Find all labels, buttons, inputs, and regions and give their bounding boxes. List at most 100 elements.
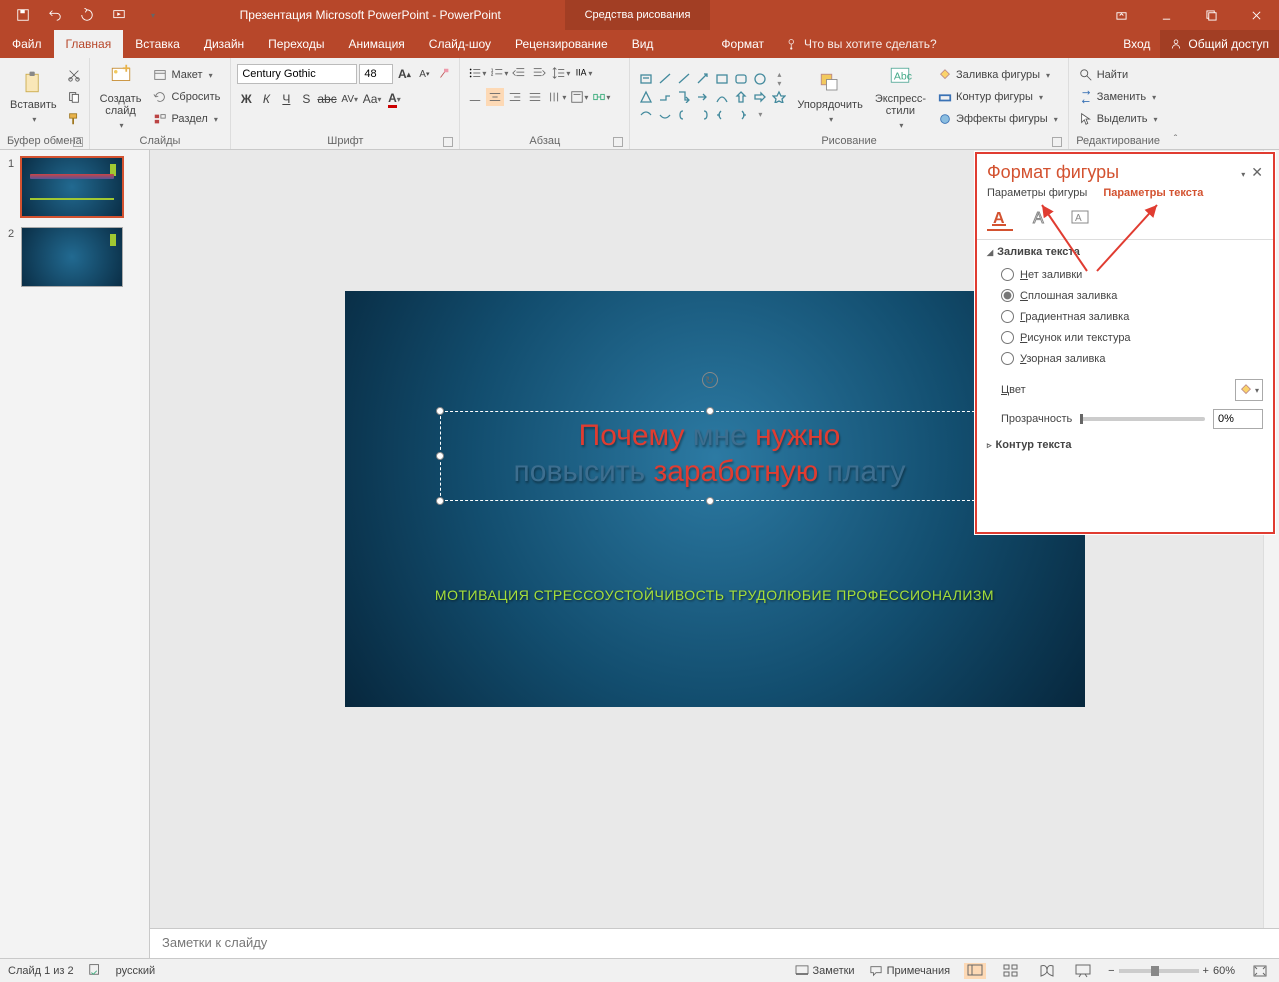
- comments-toggle[interactable]: Примечания: [869, 965, 951, 977]
- line-spacing-icon[interactable]: [552, 64, 570, 82]
- transparency-input[interactable]: [1213, 409, 1263, 429]
- shadow-icon[interactable]: S: [297, 90, 315, 108]
- resize-handle[interactable]: [436, 497, 444, 505]
- numbering-icon[interactable]: 12: [490, 64, 508, 82]
- new-slide-button[interactable]: Создать слайд: [96, 61, 146, 133]
- resize-handle[interactable]: [706, 497, 714, 505]
- language-indicator[interactable]: русский: [116, 965, 155, 977]
- align-text-icon[interactable]: [570, 88, 588, 106]
- text-effects-icon[interactable]: A: [1027, 205, 1053, 231]
- shrink-font-icon[interactable]: A▾: [415, 65, 433, 83]
- copy-icon[interactable]: [65, 88, 83, 106]
- save-icon[interactable]: [14, 6, 32, 24]
- sorter-view-icon[interactable]: [1000, 963, 1022, 979]
- radio-gradient-fill[interactable]: Градиентная заливка: [1001, 306, 1263, 327]
- pane-close-icon[interactable]: ✕: [1251, 164, 1263, 181]
- italic-icon[interactable]: К: [257, 90, 275, 108]
- underline-icon[interactable]: Ч: [277, 90, 295, 108]
- zoom-in-icon[interactable]: +: [1203, 965, 1209, 977]
- paste-button[interactable]: Вставить: [6, 67, 61, 127]
- ribbon-display-icon[interactable]: [1099, 0, 1144, 30]
- tell-me-search[interactable]: Что вы хотите сделать?: [776, 30, 947, 58]
- decrease-indent-icon[interactable]: [510, 64, 528, 82]
- maximize-icon[interactable]: [1189, 0, 1234, 30]
- title-text[interactable]: Почему мне нужно повысить заработную пла…: [447, 418, 973, 490]
- zoom-value[interactable]: 60%: [1213, 965, 1235, 977]
- close-icon[interactable]: [1234, 0, 1279, 30]
- radio-picture-fill[interactable]: Рисунок или текстура: [1001, 327, 1263, 348]
- textbox-icon[interactable]: A: [1067, 205, 1093, 231]
- align-left-icon[interactable]: [466, 88, 484, 106]
- resize-handle[interactable]: [436, 452, 444, 460]
- rotate-handle[interactable]: [702, 372, 718, 388]
- find-button[interactable]: Найти: [1075, 65, 1162, 85]
- title-placeholder[interactable]: Почему мне нужно повысить заработную пла…: [440, 411, 980, 501]
- slideshow-view-icon[interactable]: [1072, 963, 1094, 979]
- arrange-button[interactable]: Упорядочить: [793, 67, 866, 127]
- bullets-icon[interactable]: [468, 64, 486, 82]
- spellcheck-icon[interactable]: [88, 962, 102, 979]
- zoom-out-icon[interactable]: −: [1108, 965, 1114, 977]
- tab-slideshow[interactable]: Слайд-шоу: [417, 30, 503, 58]
- shapes-gallery[interactable]: ▴▾ ▾: [636, 69, 789, 124]
- bold-icon[interactable]: Ж: [237, 90, 255, 108]
- collapse-ribbon-icon[interactable]: ˆ: [1174, 134, 1177, 145]
- share-button[interactable]: Общий доступ: [1160, 30, 1279, 58]
- subtitle-text[interactable]: МОТИВАЦИЯ СТРЕССОУСТОЙЧИВОСТЬ ТРУДОЛЮБИЕ…: [345, 587, 1085, 603]
- normal-view-icon[interactable]: [964, 963, 986, 979]
- zoom-control[interactable]: − + 60%: [1108, 965, 1235, 977]
- strike-icon[interactable]: abc: [317, 90, 336, 108]
- shape-fill-menu[interactable]: Заливка фигуры: [934, 65, 1062, 85]
- drawing-launcher[interactable]: [1052, 137, 1062, 147]
- font-launcher[interactable]: [443, 137, 453, 147]
- tab-file[interactable]: Файл: [0, 30, 54, 58]
- resize-handle[interactable]: [436, 407, 444, 415]
- clipboard-launcher[interactable]: [73, 137, 83, 147]
- tab-review[interactable]: Рецензирование: [503, 30, 620, 58]
- text-direction-icon[interactable]: IIА: [574, 64, 592, 82]
- quick-styles-button[interactable]: Abc Экспресс- стили: [871, 61, 930, 133]
- replace-menu[interactable]: Заменить: [1075, 87, 1162, 107]
- minimize-icon[interactable]: [1144, 0, 1189, 30]
- resize-handle[interactable]: [706, 407, 714, 415]
- tab-animations[interactable]: Анимация: [336, 30, 416, 58]
- pane-tab-text[interactable]: Параметры текста: [1103, 187, 1203, 199]
- fit-window-icon[interactable]: [1249, 963, 1271, 979]
- font-color-icon[interactable]: A: [385, 90, 403, 108]
- signin-link[interactable]: Вход: [1113, 30, 1160, 58]
- tab-view[interactable]: Вид: [620, 30, 666, 58]
- char-spacing-icon[interactable]: AV: [341, 90, 359, 108]
- undo-icon[interactable]: [46, 6, 64, 24]
- tab-insert[interactable]: Вставка: [123, 30, 192, 58]
- notes-toggle[interactable]: Заметки: [795, 965, 855, 977]
- color-picker[interactable]: [1235, 379, 1263, 401]
- pane-tab-shape[interactable]: Параметры фигуры: [987, 187, 1087, 199]
- increase-indent-icon[interactable]: [530, 64, 548, 82]
- reset-button[interactable]: Сбросить: [149, 87, 224, 107]
- redo-icon[interactable]: [78, 6, 96, 24]
- format-painter-icon[interactable]: [65, 110, 83, 128]
- section-text-fill[interactable]: Заливка текста: [977, 240, 1273, 264]
- radio-pattern-fill[interactable]: Узорная заливка: [1001, 348, 1263, 369]
- slide-counter[interactable]: Слайд 1 из 2: [8, 965, 74, 977]
- qat-customize-icon[interactable]: [144, 6, 162, 24]
- text-fill-outline-icon[interactable]: A: [987, 205, 1013, 231]
- start-from-beginning-icon[interactable]: [110, 6, 128, 24]
- transparency-slider[interactable]: [1080, 417, 1205, 421]
- smartart-icon[interactable]: [592, 88, 610, 106]
- zoom-slider[interactable]: [1119, 969, 1199, 973]
- tab-transitions[interactable]: Переходы: [256, 30, 336, 58]
- font-size-input[interactable]: [359, 64, 393, 84]
- clear-formatting-icon[interactable]: [435, 65, 453, 83]
- radio-solid-fill[interactable]: Сплошная заливка: [1001, 285, 1263, 306]
- grow-font-icon[interactable]: A▴: [395, 65, 413, 83]
- select-menu[interactable]: Выделить: [1075, 109, 1162, 129]
- radio-no-fill[interactable]: Нет заливки: [1001, 264, 1263, 285]
- tab-format[interactable]: Формат: [709, 30, 776, 58]
- align-right-icon[interactable]: [506, 88, 524, 106]
- font-name-input[interactable]: [237, 64, 357, 84]
- tab-home[interactable]: Главная: [54, 30, 124, 58]
- thumbnail-1[interactable]: 1: [8, 158, 149, 216]
- reading-view-icon[interactable]: [1036, 963, 1058, 979]
- align-center-icon[interactable]: [486, 88, 504, 106]
